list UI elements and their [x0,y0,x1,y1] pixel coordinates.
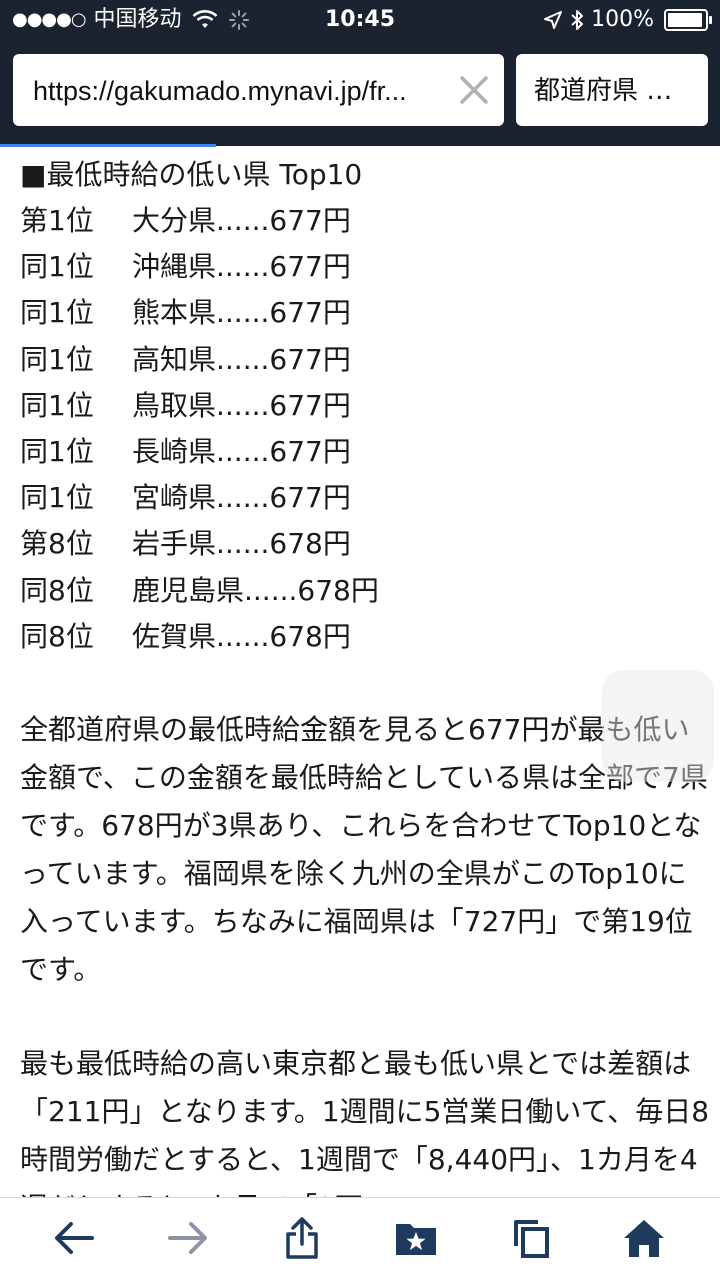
page-title[interactable]: 都道府県 バ... [534,74,694,108]
ranking-row: 同1位 沖縄県......677円 [20,244,710,290]
location-arrow-icon [544,11,563,29]
scroll-handle[interactable] [602,670,714,782]
ranking-row: 同1位 長崎県......677円 [20,429,710,475]
ranking-position: 同1位 [20,296,94,330]
ranking-entry: 熊本県......677円 [132,296,351,330]
ranking-row: 同1位 熊本県......677円 [20,290,710,336]
clear-url-icon[interactable] [458,74,490,106]
ranking-row: 第8位 岩手県......678円 [20,521,710,567]
ranking-entry: 高知県......677円 [132,342,351,376]
page-title-box[interactable]: 都道府県 バ... [516,54,708,126]
address-bar[interactable]: https://gakumado.mynavi.jp/fr... [13,54,504,126]
battery-percentage: 100% [591,7,654,32]
battery-icon [664,9,712,31]
tabs-button[interactable] [506,1214,554,1262]
ranking-row: 同1位 宮崎県......677円 [20,475,710,521]
page-load-progress-bar [0,144,216,147]
browser-nav-bar: https://gakumado.mynavi.jp/fr... 都道府県 バ.… [0,40,720,146]
back-arrow-icon [55,1222,94,1254]
bookmarks-button[interactable] [392,1214,440,1262]
ranking-row: 第1位 大分県......677円 [20,198,710,244]
ranking-entry: 宮崎県......677円 [132,481,351,515]
browser-toolbar [0,1197,720,1282]
ranking-position: 同8位 [20,619,94,653]
battery-level [668,13,702,27]
ranking-position: 第1位 [20,204,94,237]
ranking-position: 第8位 [20,527,94,561]
ranking-position: 同8位 [20,573,94,607]
ranking-position: 同1位 [20,250,94,284]
ranking-entry: 佐賀県......678円 [132,619,351,653]
ranking-position: 同1位 [20,481,94,515]
ranking-row: 同8位 佐賀県......678円 [20,614,710,660]
ranking-entry: 岩手県......678円 [132,527,351,561]
ranking-row: 同1位 高知県......677円 [20,337,710,383]
forward-arrow-icon [168,1222,207,1254]
ranking-row: 同1位 鳥取県......677円 [20,383,710,429]
status-right: 100% [543,6,712,34]
bluetooth-icon [571,10,584,30]
ranking-position: 同1位 [20,388,94,422]
home-icon [624,1220,664,1257]
bookmarks-icon [396,1224,436,1255]
share-icon [286,1217,318,1259]
status-bar: ●●●●○ 中国移动 10:45 100% [0,0,720,40]
ranking-entry: 鳥取県......677円 [132,388,351,422]
ranking-entry: 鹿児島県......678円 [132,573,379,607]
ranking-row: 同8位 鹿児島県......678円 [20,568,710,614]
forward-button[interactable] [164,1214,212,1262]
ranking-entry: 大分県......677円 [132,204,351,237]
tabs-icon [514,1220,549,1258]
ranking-list: 第1位 大分県......677円 同1位 沖縄県......677円 同1位 熊本県..… [20,198,710,660]
home-button[interactable] [620,1214,668,1262]
ranking-position: 同1位 [20,435,94,469]
share-button[interactable] [278,1214,326,1262]
ranking-position: 同1位 [20,342,94,376]
ranking-entry: 沖縄県......677円 [132,250,351,284]
url-text[interactable]: https://gakumado.mynavi.jp/fr... [33,74,453,108]
ranking-heading: ■最低時給の低い県 Top10 [20,158,363,191]
back-button[interactable] [50,1214,98,1262]
ranking-entry: 長崎県......677円 [132,435,351,469]
